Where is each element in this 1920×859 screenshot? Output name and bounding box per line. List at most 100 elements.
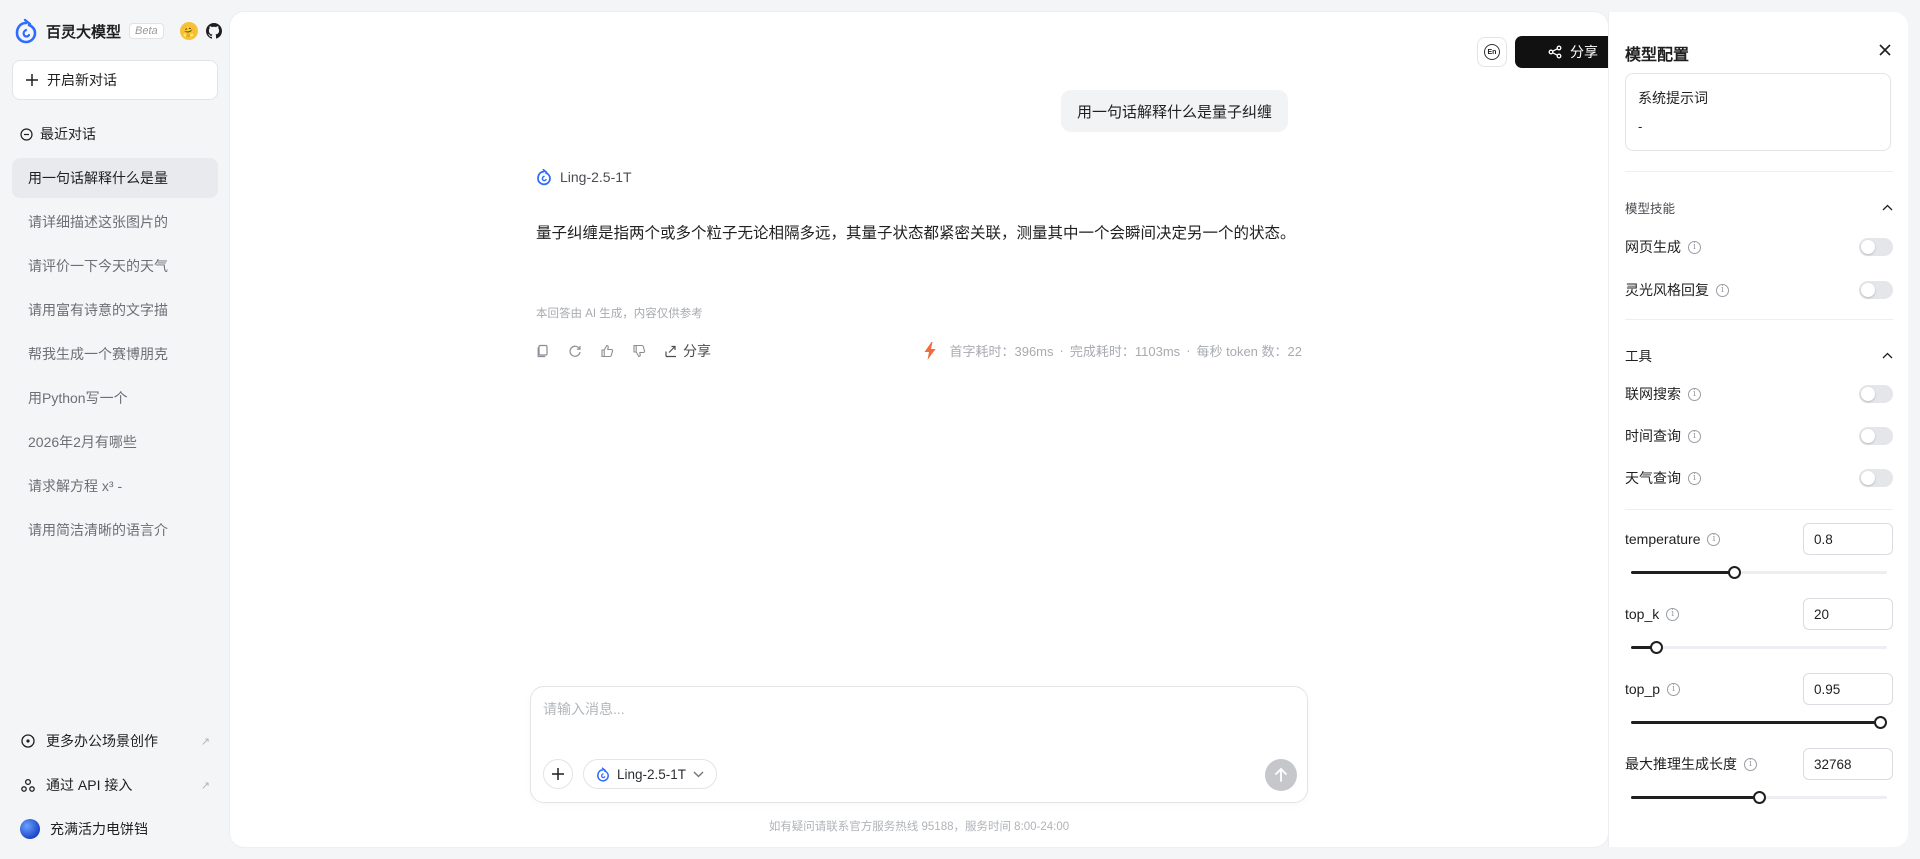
info-icon[interactable]: i <box>1688 240 1701 254</box>
new-chat-button[interactable]: 开启新对话 <box>12 60 218 100</box>
model-name: Ling-2.5-1T <box>560 169 632 185</box>
model-tag: Ling-2.5-1T <box>536 168 632 186</box>
share-answer-button[interactable]: 分享 <box>664 341 711 361</box>
language-toggle-button[interactable]: En <box>1477 37 1507 67</box>
github-icon[interactable] <box>205 23 222 39</box>
param-max-length: 最大推理生成长度 i <box>1625 748 1893 780</box>
param-label: 最大推理生成长度 <box>1625 756 1737 772</box>
plus-icon <box>552 768 564 780</box>
lingguang-style-toggle[interactable] <box>1859 281 1893 299</box>
new-chat-label: 开启新对话 <box>47 72 117 88</box>
tool-label: 天气查询 <box>1625 470 1681 486</box>
model-selector[interactable]: Ling-2.5-1T <box>583 759 718 789</box>
info-icon[interactable]: i <box>1744 757 1757 771</box>
chat-panel: En 分享 用一句话解释什么是量子纠缠 Ling-2.5-1T 量子纠缠是指两个… <box>230 12 1631 847</box>
history-item[interactable]: 请用简洁清晰的语言介 <box>12 510 218 550</box>
copy-icon[interactable] <box>536 344 550 358</box>
plus-icon <box>26 74 38 86</box>
info-icon[interactable]: i <box>1716 283 1729 297</box>
attach-button[interactable] <box>543 759 573 789</box>
history-item[interactable]: 帮我生成一个赛博朋克 <box>12 334 218 374</box>
message-input[interactable] <box>543 699 1293 739</box>
temperature-slider[interactable] <box>1631 565 1887 579</box>
tool-weather-query: 天气查询 i <box>1625 468 1893 488</box>
user-profile[interactable]: 充满活力电饼铛 <box>20 817 210 841</box>
info-icon[interactable]: i <box>1688 387 1701 401</box>
close-icon[interactable] <box>1877 42 1893 58</box>
send-button[interactable] <box>1265 759 1297 791</box>
web-search-toggle[interactable] <box>1859 385 1893 403</box>
skill-label: 灵光风格回复 <box>1625 282 1709 298</box>
top-p-input[interactable] <box>1803 673 1893 705</box>
external-link-icon: ↗ <box>200 779 210 792</box>
tools-section-header[interactable]: 工具 <box>1625 345 1893 365</box>
param-temperature: temperature i <box>1625 523 1893 555</box>
skill-label: 网页生成 <box>1625 239 1681 255</box>
info-icon[interactable]: i <box>1688 471 1701 485</box>
info-icon[interactable]: i <box>1666 607 1680 621</box>
history-item[interactable]: 请详细描述这张图片的 <box>12 202 218 242</box>
skills-section-header[interactable]: 模型技能 <box>1625 198 1893 217</box>
history-item[interactable]: 用Python写一个 <box>12 378 218 418</box>
more-office-link[interactable]: 更多办公场景创作 ↗ <box>20 729 210 753</box>
recent-chats-label: 最近对话 <box>40 126 96 142</box>
temperature-input[interactable] <box>1803 523 1893 555</box>
model-selector-label: Ling-2.5-1T <box>617 766 687 782</box>
tool-label: 联网搜索 <box>1625 386 1681 402</box>
skills-title: 模型技能 <box>1625 202 1676 216</box>
model-config-panel: 模型配置 系统提示词 - 模型技能 网页生成 i 灵光风格回复 i 工具 联网搜索 i… <box>1608 12 1908 847</box>
stats-separator: · <box>1186 343 1191 358</box>
info-icon[interactable]: i <box>1667 682 1681 696</box>
share-label: 分享 <box>1570 44 1598 60</box>
max-length-input[interactable] <box>1803 748 1893 780</box>
api-icon <box>21 778 35 792</box>
message-actions: 分享 <box>536 341 711 361</box>
model-logo-icon <box>597 766 609 782</box>
history-item[interactable]: 请用富有诗意的文字描 <box>12 290 218 330</box>
message-composer: Ling-2.5-1T <box>530 686 1308 803</box>
info-icon[interactable]: i <box>1707 532 1721 546</box>
top-k-input[interactable] <box>1803 598 1893 630</box>
history-item[interactable]: 请求解方程 x³ - <box>12 466 218 506</box>
info-icon[interactable]: i <box>1688 429 1701 443</box>
param-label: top_k <box>1625 606 1660 622</box>
top-k-slider[interactable] <box>1631 640 1887 654</box>
time-query-toggle[interactable] <box>1859 427 1893 445</box>
api-link[interactable]: 通过 API 接入 ↗ <box>20 773 210 797</box>
tokens-per-second: 每秒 token 数：22 <box>1196 344 1303 359</box>
thumbs-down-icon[interactable] <box>632 344 646 358</box>
recent-chats-title: 最近对话 <box>20 124 96 144</box>
thumbs-up-icon[interactable] <box>600 344 614 358</box>
chevron-up-icon <box>1882 204 1893 211</box>
generation-stats: 首字耗时：396ms · 完成耗时：1103ms · 每秒 token 数：22 <box>900 341 1302 360</box>
divider <box>1625 171 1893 172</box>
tool-web-search: 联网搜索 i <box>1625 384 1893 404</box>
app-name: 百灵大模型 <box>46 23 122 41</box>
regenerate-icon[interactable] <box>568 344 582 358</box>
weather-query-toggle[interactable] <box>1859 469 1893 487</box>
history-item-label: 用Python写一个 <box>28 390 128 406</box>
user-message-text: 用一句话解释什么是量子纠缠 <box>1077 103 1273 121</box>
compass-icon <box>21 734 35 748</box>
web-generation-toggle[interactable] <box>1859 238 1893 256</box>
share-icon <box>665 345 676 358</box>
chevron-down-icon <box>693 771 704 777</box>
brand[interactable]: 百灵大模型 Beta 🤗 <box>14 18 222 44</box>
tool-label: 时间查询 <box>1625 428 1681 444</box>
huggingface-icon[interactable]: 🤗 <box>179 22 198 40</box>
history-item[interactable]: 请评价一下今天的天气 <box>12 246 218 286</box>
tools-title: 工具 <box>1625 349 1652 364</box>
system-prompt-field[interactable]: 系统提示词 - <box>1625 73 1891 151</box>
history-item[interactable]: 2026年2月有哪些 <box>12 422 218 462</box>
language-icon: En <box>1484 44 1500 60</box>
max-length-slider[interactable] <box>1631 790 1887 804</box>
param-top-p: top_p i <box>1625 673 1893 705</box>
sidebar: 百灵大模型 Beta 🤗 开启新对话 最近对话 用一句话解释什么是量 请详细描述… <box>0 0 230 859</box>
share-icon <box>1548 45 1562 59</box>
system-prompt-value: - <box>1638 119 1643 134</box>
history-item[interactable]: 用一句话解释什么是量 <box>12 158 218 198</box>
top-p-slider[interactable] <box>1631 715 1887 729</box>
divider <box>1625 509 1893 510</box>
param-top-k: top_k i <box>1625 598 1893 630</box>
stats-separator: · <box>1059 343 1064 358</box>
